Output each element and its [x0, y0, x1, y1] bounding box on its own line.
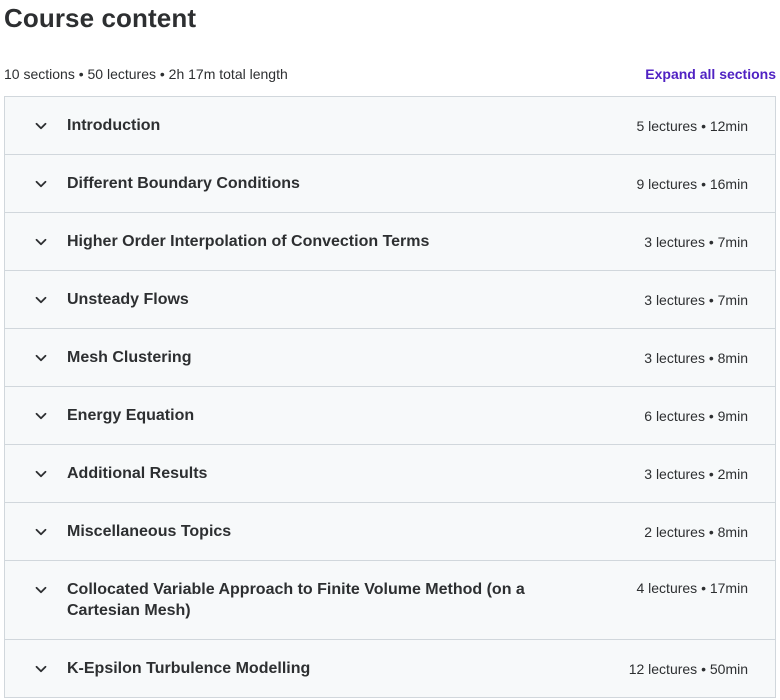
expand-all-sections-button[interactable]: Expand all sections: [645, 66, 776, 82]
section-title: Introduction: [67, 117, 161, 134]
chevron-down-icon: [5, 445, 67, 503]
section-meta: 6 lectures • 9min: [644, 407, 748, 424]
section-header-different-boundary-conditions[interactable]: Different Boundary Conditions 9 lectures…: [5, 155, 775, 213]
section-meta: 4 lectures • 17min: [636, 580, 748, 596]
chevron-down-icon: [5, 640, 67, 698]
section-meta: 2 lectures • 8min: [644, 523, 748, 540]
page-title: Course content: [4, 3, 197, 33]
chevron-down-icon: [5, 503, 67, 561]
section-title: Energy Equation: [67, 407, 195, 424]
chevron-down-icon: [5, 387, 67, 445]
sections-list: Introduction 5 lectures • 12min Differen…: [4, 96, 776, 698]
section-header-energy-equation[interactable]: Energy Equation 6 lectures • 9min: [5, 387, 775, 445]
section-header-miscellaneous-topics[interactable]: Miscellaneous Topics 2 lectures • 8min: [5, 503, 775, 561]
section-header-introduction[interactable]: Introduction 5 lectures • 12min: [5, 97, 775, 155]
section-meta: 12 lectures • 50min: [628, 660, 748, 677]
section-title: Miscellaneous Topics: [67, 523, 232, 540]
section-header-k-epsilon-turbulence[interactable]: K-Epsilon Turbulence Modelling 12 lectur…: [5, 640, 775, 698]
section-title: Higher Order Interpolation of Convection…: [67, 233, 430, 250]
section-title: Different Boundary Conditions: [67, 175, 300, 192]
course-summary-row: 10 sections • 50 lectures • 2h 17m total…: [4, 64, 776, 84]
section-title: K-Epsilon Turbulence Modelling: [67, 660, 311, 677]
chevron-down-icon: [5, 213, 67, 271]
section-meta: 3 lectures • 7min: [644, 291, 748, 308]
section-meta: 5 lectures • 12min: [636, 117, 748, 134]
chevron-down-icon: [5, 155, 67, 213]
section-header-unsteady-flows[interactable]: Unsteady Flows 3 lectures • 7min: [5, 271, 775, 329]
section-header-mesh-clustering[interactable]: Mesh Clustering 3 lectures • 8min: [5, 329, 775, 387]
section-header-collocated-variable-approach[interactable]: Collocated Variable Approach to Finite V…: [5, 561, 775, 640]
section-meta: 3 lectures • 8min: [644, 349, 748, 366]
section-title: Unsteady Flows: [67, 291, 189, 308]
section-header-additional-results[interactable]: Additional Results 3 lectures • 2min: [5, 445, 775, 503]
chevron-down-icon: [5, 561, 67, 619]
course-summary: 10 sections • 50 lectures • 2h 17m total…: [4, 66, 288, 82]
section-meta: 3 lectures • 2min: [644, 465, 748, 482]
chevron-down-icon: [5, 271, 67, 329]
section-meta: 3 lectures • 7min: [644, 233, 748, 250]
section-title: Additional Results: [67, 465, 208, 482]
section-meta: 9 lectures • 16min: [636, 175, 748, 192]
section-title: Collocated Variable Approach to Finite V…: [67, 581, 525, 619]
section-header-higher-order-interpolation[interactable]: Higher Order Interpolation of Convection…: [5, 213, 775, 271]
chevron-down-icon: [5, 329, 67, 387]
chevron-down-icon: [5, 97, 67, 155]
section-title: Mesh Clustering: [67, 349, 192, 366]
